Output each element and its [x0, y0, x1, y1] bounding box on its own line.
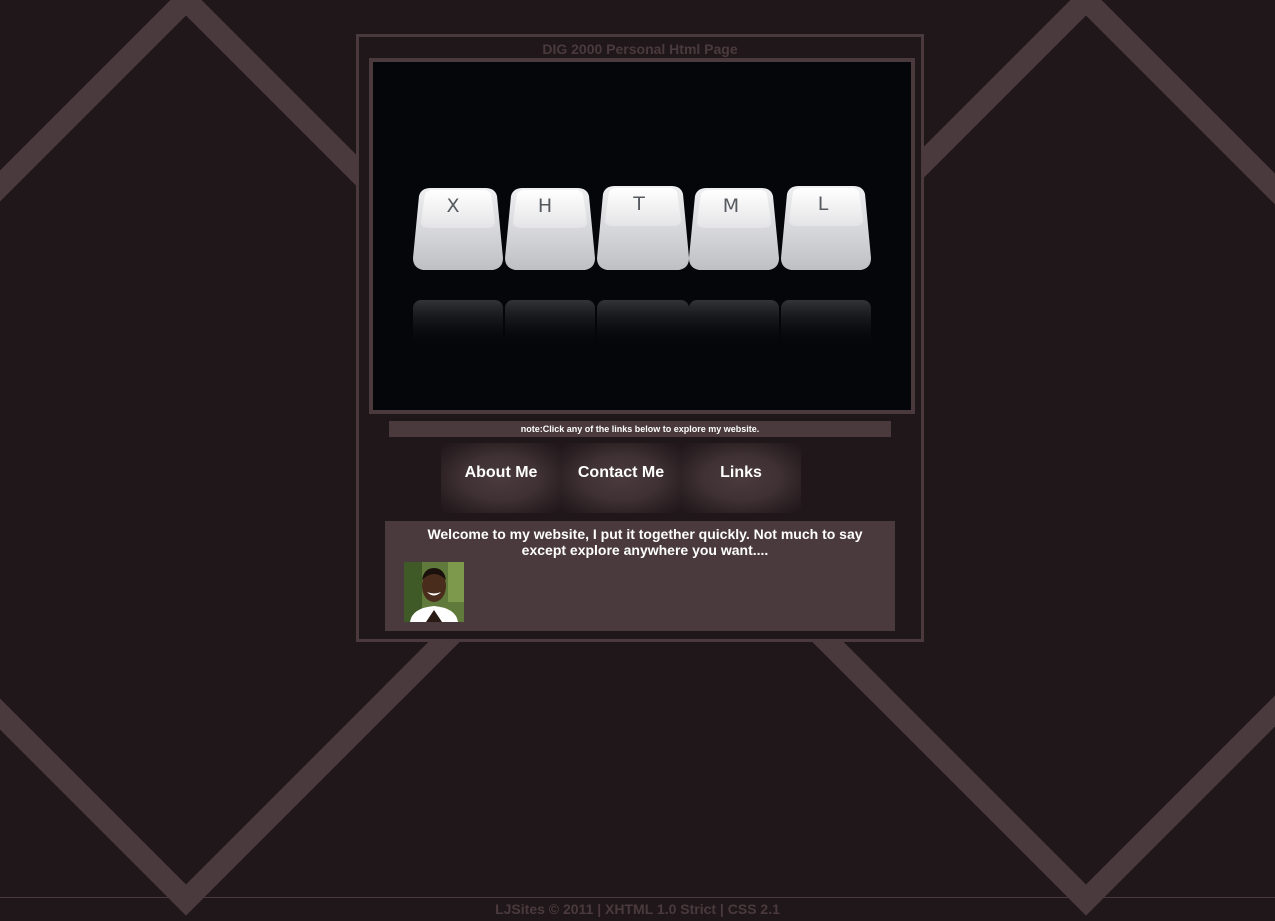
key-label: M: [723, 195, 739, 217]
key-label: X: [446, 195, 459, 217]
welcome-text: Welcome to my website, I put it together…: [427, 526, 863, 558]
key-label: T: [632, 193, 645, 215]
main-container: DIG 2000 Personal Html Page X H T M L no…: [356, 34, 924, 642]
footer-text: LJSites © 2011 | XHTML 1.0 Strict | CSS …: [495, 901, 780, 917]
nav-contact-me-link[interactable]: Contact Me: [561, 443, 681, 513]
nav-menu: About Me Contact Me Links: [441, 443, 801, 513]
nav-about-me-link[interactable]: About Me: [441, 443, 561, 513]
nav-links-link[interactable]: Links: [681, 443, 801, 513]
key-label: H: [538, 195, 552, 217]
welcome-box: Welcome to my website, I put it together…: [385, 521, 895, 631]
avatar: [404, 562, 464, 622]
page-title: DIG 2000 Personal Html Page: [542, 41, 738, 57]
hero-banner: X H T M L: [369, 58, 915, 414]
key-label: L: [818, 193, 829, 215]
footer-divider: [0, 897, 1275, 898]
note-bar: note:Click any of the links below to exp…: [389, 421, 891, 437]
